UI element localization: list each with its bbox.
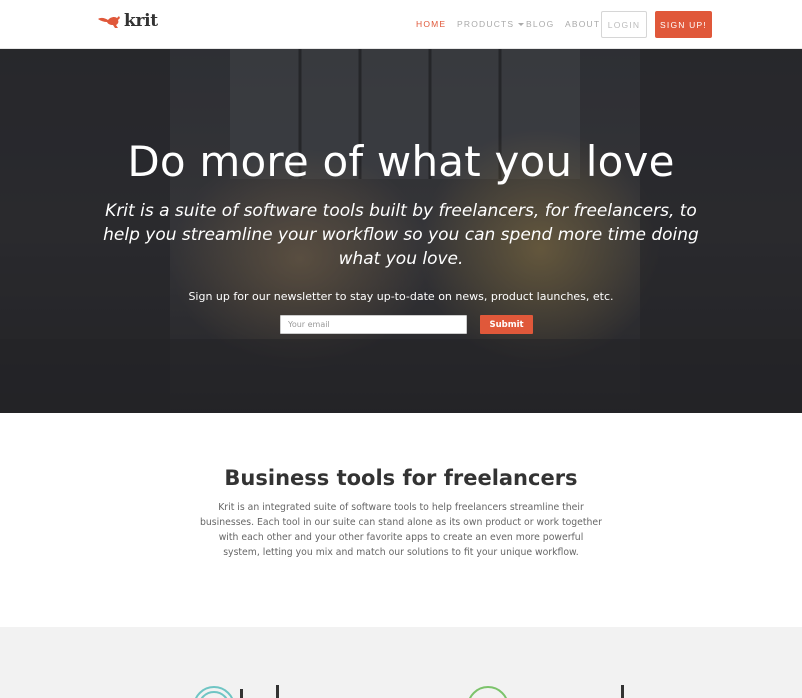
nav-products[interactable]: PRODUCTS bbox=[457, 19, 525, 29]
nav-about[interactable]: ABOUT bbox=[565, 19, 600, 29]
nav-blog[interactable]: BLOG bbox=[526, 19, 554, 29]
product-logo-icon bbox=[195, 685, 279, 698]
hero-title: Do more of what you love bbox=[127, 137, 675, 186]
email-input[interactable] bbox=[280, 315, 467, 334]
brand-logo[interactable]: krit bbox=[97, 11, 158, 31]
nav-products-label: PRODUCTS bbox=[457, 19, 515, 29]
kangaroo-icon bbox=[98, 16, 120, 28]
chevron-down-icon bbox=[518, 23, 525, 27]
products-section bbox=[0, 627, 802, 698]
signup-button-label: SIGN UP! bbox=[660, 19, 707, 30]
submit-button-label: Submit bbox=[489, 319, 524, 330]
login-button-label: LOGIN bbox=[607, 19, 641, 30]
top-navbar: krit HOME PRODUCTS BLOG ABOUT LOGIN SIGN… bbox=[0, 0, 802, 49]
submit-button[interactable]: Submit bbox=[480, 315, 533, 334]
hero-subtitle: Krit is a suite of software tools built … bbox=[103, 201, 699, 269]
newsletter-text: Sign up for our newsletter to stay up-to… bbox=[188, 290, 614, 303]
section-description: Krit is an integrated suite of software … bbox=[200, 502, 602, 558]
login-button[interactable]: LOGIN bbox=[601, 11, 647, 38]
nav-home[interactable]: HOME bbox=[416, 19, 446, 29]
product-logo-icon bbox=[469, 685, 624, 698]
signup-button[interactable]: SIGN UP! bbox=[655, 11, 712, 38]
hero-section: Do more of what you love Krit is a suite… bbox=[0, 49, 802, 413]
brand-name: krit bbox=[124, 11, 158, 31]
section-title: Business tools for freelancers bbox=[224, 466, 578, 490]
